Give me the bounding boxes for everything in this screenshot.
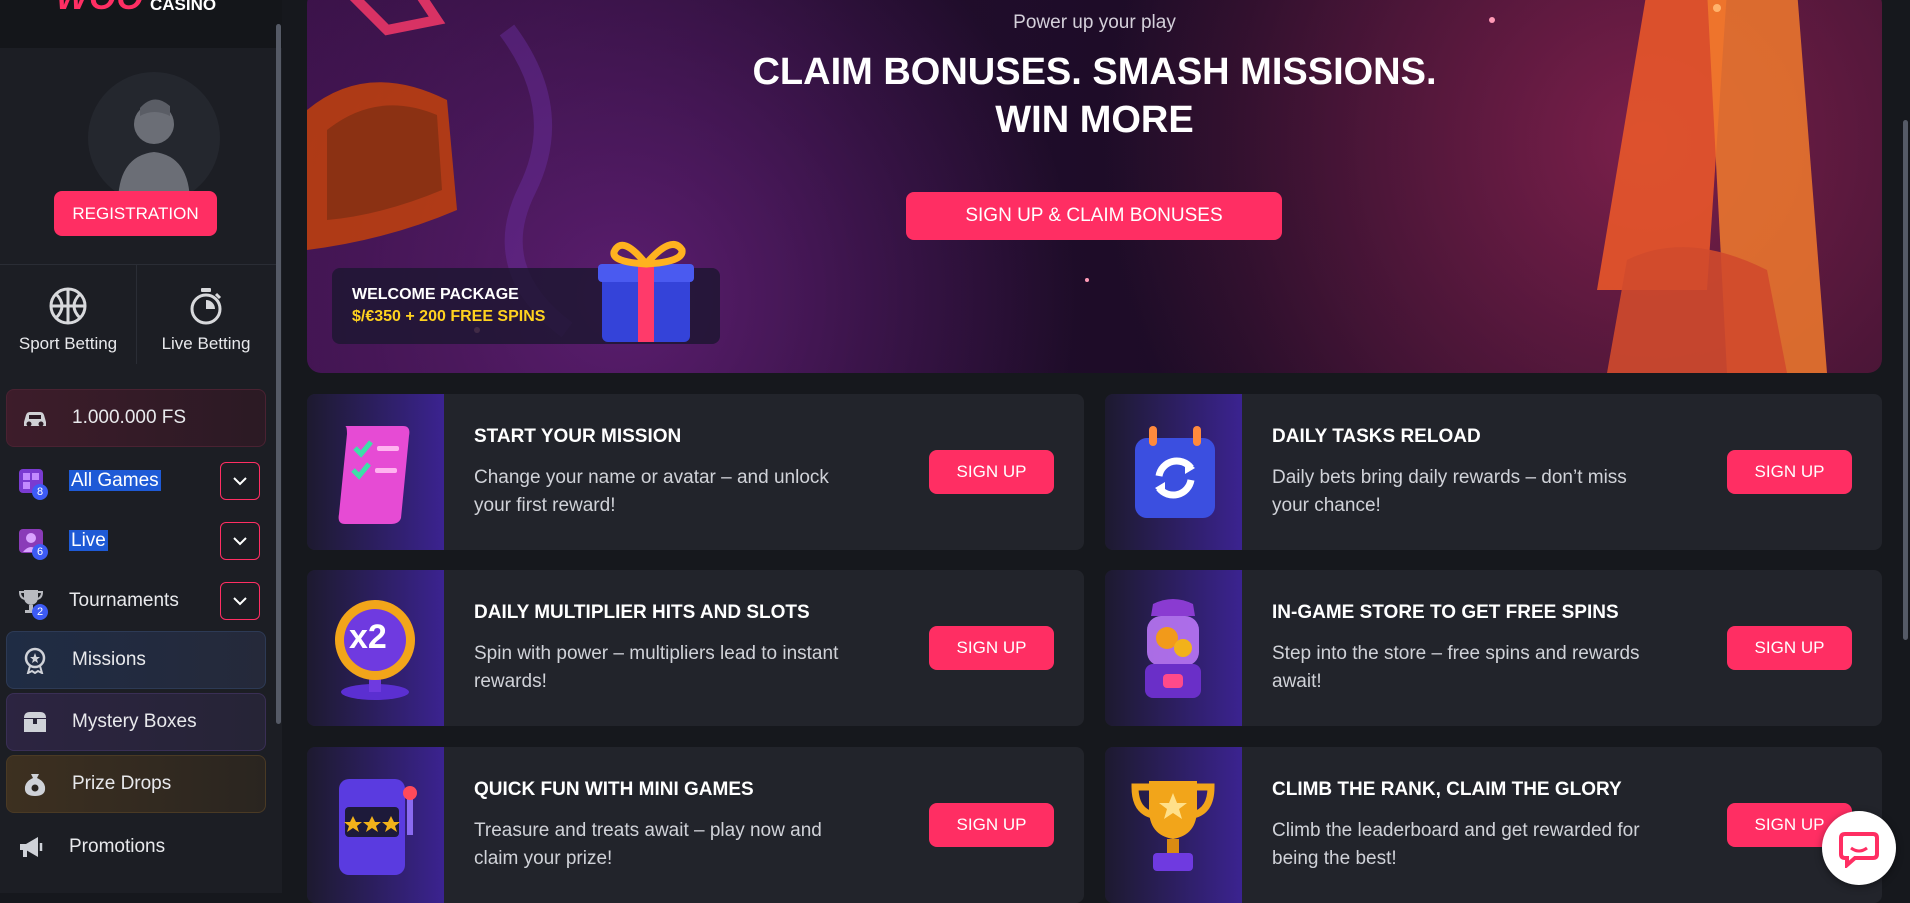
coin-machine-icon (1145, 599, 1201, 698)
welcome-package-box: WELCOME PACKAGE $/€350 + 200 FREE SPINS (332, 240, 720, 344)
sidebar-item-promotions[interactable]: Promotions (6, 822, 264, 872)
selected-text: Live (69, 530, 108, 551)
sidebar-item-label: 1.000.000 FS (72, 407, 187, 428)
gift-box-icon (598, 240, 694, 342)
selected-text: All Games (69, 470, 161, 491)
signup-claim-bonuses-button[interactable]: SIGN UP & CLAIM BONUSES (906, 192, 1282, 240)
megaphone-icon (20, 837, 43, 857)
slot-machine-icon (339, 779, 417, 875)
welcome-package-offer: $/€350 + 200 FREE SPINS (352, 308, 546, 325)
sign-up-button[interactable]: SIGN UP (929, 450, 1054, 494)
card-title: DAILY MULTIPLIER HITS AND SLOTS (474, 602, 810, 623)
card-description: Step into the store – free spins and rew… (1272, 643, 1640, 692)
avatar (88, 72, 220, 204)
sidebar-item-tournaments[interactable]: 2 Tournaments (6, 576, 264, 626)
divider (136, 264, 137, 364)
gold-trophy-icon (1131, 781, 1215, 871)
hero-banner: Power up your play CLAIM BONUSES. SMASH … (307, 0, 1882, 373)
count-badge: 8 (32, 484, 48, 500)
basketball-icon (49, 287, 87, 325)
chevron-down-icon (233, 597, 247, 606)
card-description: Treasure and treats await – play now and… (474, 820, 822, 869)
main-scrollbar[interactable] (1903, 120, 1908, 640)
sidebar: WOO CASINO REGISTRATION Sport Betting Li… (0, 0, 282, 893)
card-description: Change your name or avatar – and unlock … (474, 467, 829, 516)
logo-main: WOO (56, 0, 144, 18)
chest-icon (24, 712, 46, 732)
sidebar-item-missions[interactable]: Missions (6, 631, 266, 689)
calendar-reload-icon (1135, 426, 1215, 518)
logo-sub: CASINO (149, 0, 217, 14)
card-title: QUICK FUN WITH MINI GAMES (474, 779, 754, 800)
sidebar-item-label: Promotions (69, 836, 166, 857)
card-title: CLIMB THE RANK, CLAIM THE GLORY (1272, 779, 1622, 800)
card-thumbnail (1105, 747, 1242, 903)
mission-card: QUICK FUN WITH MINI GAMES Treasure and t… (307, 747, 1084, 903)
mission-card: x2 DAILY MULTIPLIER HITS AND SLOTS Spin … (307, 570, 1084, 726)
hero-title-line: CLAIM BONUSES. SMASH MISSIONS. (752, 51, 1437, 93)
card-title: DAILY TASKS RELOAD (1272, 426, 1481, 447)
x2-label: x2 (349, 618, 387, 656)
card-description: Daily bets bring daily rewards – don’t m… (1272, 467, 1627, 516)
sidebar-item-live[interactable]: 6 Live (6, 516, 264, 566)
sidebar-item-label: Prize Drops (72, 773, 172, 794)
logo-bar: WOO CASINO (0, 0, 282, 48)
sidebar-item-label: Tournaments (69, 590, 179, 611)
expand-live-button[interactable] (220, 522, 260, 560)
sign-up-button[interactable]: SIGN UP (929, 626, 1054, 670)
sidebar-scrollbar[interactable] (276, 24, 281, 724)
welcome-package-title: WELCOME PACKAGE (352, 286, 519, 303)
checklist-scroll-icon (338, 426, 410, 524)
sport-betting-label: Sport Betting (18, 334, 118, 353)
count-badge: 6 (32, 544, 48, 560)
card-thumbnail (307, 747, 444, 903)
card-thumbnail (1105, 394, 1242, 550)
casino-logo[interactable]: WOO CASINO (56, 0, 216, 18)
chat-bubble-icon (1839, 832, 1879, 868)
sidebar-item-label: Live (69, 530, 108, 552)
sign-up-button[interactable]: SIGN UP (1727, 450, 1852, 494)
card-title: IN-GAME STORE TO GET FREE SPINS (1272, 602, 1619, 623)
card-thumbnail (307, 394, 444, 550)
chevron-down-icon (233, 477, 247, 486)
hero-title-line: WIN MORE (995, 99, 1194, 141)
live-betting-label: Live Betting (161, 334, 251, 353)
user-silhouette-icon (118, 99, 190, 204)
car-icon (24, 412, 46, 427)
hero-subtitle: Power up your play (1013, 12, 1176, 33)
sidebar-item-label: Missions (72, 649, 146, 670)
card-thumbnail: x2 (307, 570, 444, 726)
medal-icon (24, 647, 46, 674)
stopwatch-icon (190, 288, 222, 325)
sidebar-item-all-games[interactable]: 8 All Games (6, 456, 264, 506)
card-description: Spin with power – multipliers lead to in… (474, 643, 839, 692)
live-chat-button[interactable] (1822, 811, 1896, 885)
card-title: START YOUR MISSION (474, 426, 682, 447)
live-betting-tile[interactable]: Live Betting (138, 286, 274, 354)
hero-title: CLAIM BONUSES. SMASH MISSIONS. WIN MORE (307, 48, 1882, 144)
expand-all-games-button[interactable] (220, 462, 260, 500)
expand-tournaments-button[interactable] (220, 582, 260, 620)
registration-button[interactable]: REGISTRATION (54, 191, 217, 236)
mission-card: DAILY TASKS RELOAD Daily bets bring dail… (1105, 394, 1882, 550)
mission-card: START YOUR MISSION Change your name or a… (307, 394, 1084, 550)
sign-up-button[interactable]: SIGN UP (929, 803, 1054, 847)
mission-card: IN-GAME STORE TO GET FREE SPINS Step int… (1105, 570, 1882, 726)
card-description: Climb the leaderboard and get rewarded f… (1272, 820, 1640, 869)
sidebar-item-label: All Games (69, 470, 161, 492)
sport-betting-tile[interactable]: Sport Betting (0, 286, 136, 354)
sidebar-item-prize-drops[interactable]: Prize Drops (6, 755, 266, 813)
mission-card: CLIMB THE RANK, CLAIM THE GLORY Climb th… (1105, 747, 1882, 903)
divider (0, 264, 276, 265)
card-thumbnail (1105, 570, 1242, 726)
count-badge: 2 (32, 604, 48, 620)
sidebar-item-free-spins[interactable]: 1.000.000 FS (6, 389, 266, 447)
sidebar-item-mystery-boxes[interactable]: Mystery Boxes (6, 693, 266, 751)
bag-icon (24, 774, 46, 796)
chevron-down-icon (233, 537, 247, 546)
sign-up-button[interactable]: SIGN UP (1727, 626, 1852, 670)
sidebar-item-label: Mystery Boxes (72, 711, 197, 732)
